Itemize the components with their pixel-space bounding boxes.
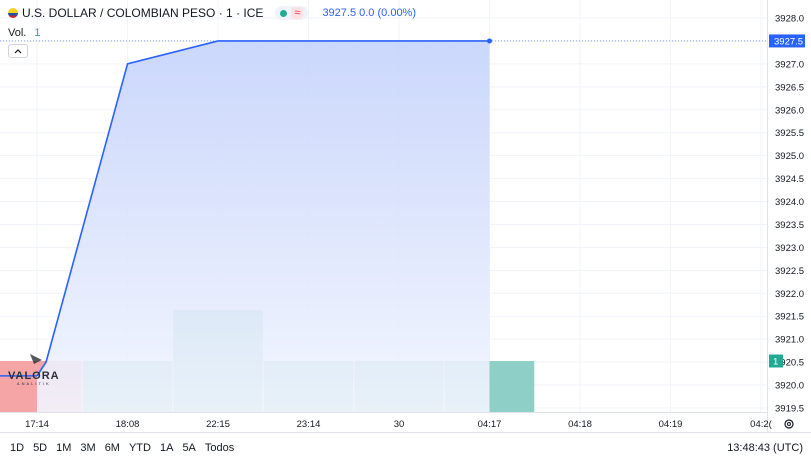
market-open-dot-icon xyxy=(280,9,288,17)
range-button-6m[interactable]: 6M xyxy=(105,442,120,454)
x-tick-label: 04:19 xyxy=(659,419,683,430)
utc-clock[interactable]: 13:48:43 (UTC) xyxy=(727,442,803,454)
valora-watermark: VALORA ANALITIK xyxy=(8,370,60,386)
y-tick-label: 3924.5 xyxy=(775,174,804,185)
range-button-5a[interactable]: 5A xyxy=(182,442,195,454)
y-tick-label: 3923.0 xyxy=(775,243,804,254)
y-tick-label: 3919.5 xyxy=(775,404,804,415)
y-tick-label: 3928.0 xyxy=(775,14,804,25)
symbol-title[interactable]: U.S. DOLLAR / COLOMBIAN PESO · 1 · ICE xyxy=(22,6,263,20)
x-tick-label: 23:14 xyxy=(297,419,321,430)
y-tick-label: 3926.0 xyxy=(775,105,804,116)
price-area-fill xyxy=(37,40,490,413)
colombia-flag-icon xyxy=(8,8,18,18)
price-chart[interactable]: 3928.0 3927.5 3927.0 3926.5 3926.0 3925.5 3925… xyxy=(0,0,811,432)
range-button-1m[interactable]: 1M xyxy=(56,442,71,454)
x-tick-label: 04:2( xyxy=(750,419,772,430)
range-button-ytd[interactable]: YTD xyxy=(129,442,151,454)
x-tick-label: 22:15 xyxy=(206,419,230,430)
collapse-legend-button[interactable] xyxy=(8,44,28,58)
volume-legend: Vol. 1 xyxy=(8,27,40,39)
gear-icon[interactable] xyxy=(783,418,795,430)
x-tick-label: 30 xyxy=(394,419,405,430)
y-tick-label: 3925.5 xyxy=(775,128,804,139)
volume-label: Vol. xyxy=(8,27,27,39)
volume-badge-label: 1 xyxy=(773,357,778,368)
chevron-up-icon xyxy=(14,49,22,54)
range-buttons: 1D 5D 1M 3M 6M YTD 1A 5A Todos xyxy=(10,442,243,454)
y-tick-label: 3921.0 xyxy=(775,335,804,346)
x-tick-label: 04:17 xyxy=(478,419,502,430)
delayed-data-badge: ≈ xyxy=(291,7,304,19)
price-badge-label: 3927.5 xyxy=(774,36,803,47)
x-tick-label: 17:14 xyxy=(25,419,49,430)
y-tick-label: 3927.0 xyxy=(775,59,804,70)
y-tick-label: 3926.5 xyxy=(775,82,804,93)
chart-area[interactable]: 3928.0 3927.5 3927.0 3926.5 3926.0 3925.5 3925… xyxy=(0,0,811,432)
range-button-5d[interactable]: 5D xyxy=(33,442,47,454)
range-button-3m[interactable]: 3M xyxy=(80,442,95,454)
y-tick-label: 3920.0 xyxy=(775,381,804,392)
volume-value: 1 xyxy=(34,27,41,39)
bottom-toolbar: 1D 5D 1M 3M 6M YTD 1A 5A Todos 13:48:43 (UTC) xyxy=(0,432,811,462)
x-tick-label: 04:18 xyxy=(568,419,592,430)
y-tick-label: 3921.5 xyxy=(775,312,804,323)
y-tick-label: 3925.0 xyxy=(775,151,804,162)
y-tick-label: 3924.0 xyxy=(775,197,804,208)
last-quote: 3927.5 0.0 (0.00%) xyxy=(322,7,417,19)
range-button-todos[interactable]: Todos xyxy=(205,442,234,454)
x-tick-label: 18:08 xyxy=(116,419,140,430)
range-button-1d[interactable]: 1D xyxy=(10,442,24,454)
range-button-1a[interactable]: 1A xyxy=(160,442,173,454)
y-tick-label: 3922.5 xyxy=(775,266,804,277)
y-tick-label: 3923.5 xyxy=(775,220,804,231)
market-status-pill[interactable]: ≈ xyxy=(275,6,309,20)
chart-legend: U.S. DOLLAR / COLOMBIAN PESO · 1 · ICE ≈… xyxy=(8,6,416,20)
y-tick-label: 3922.0 xyxy=(775,289,804,300)
